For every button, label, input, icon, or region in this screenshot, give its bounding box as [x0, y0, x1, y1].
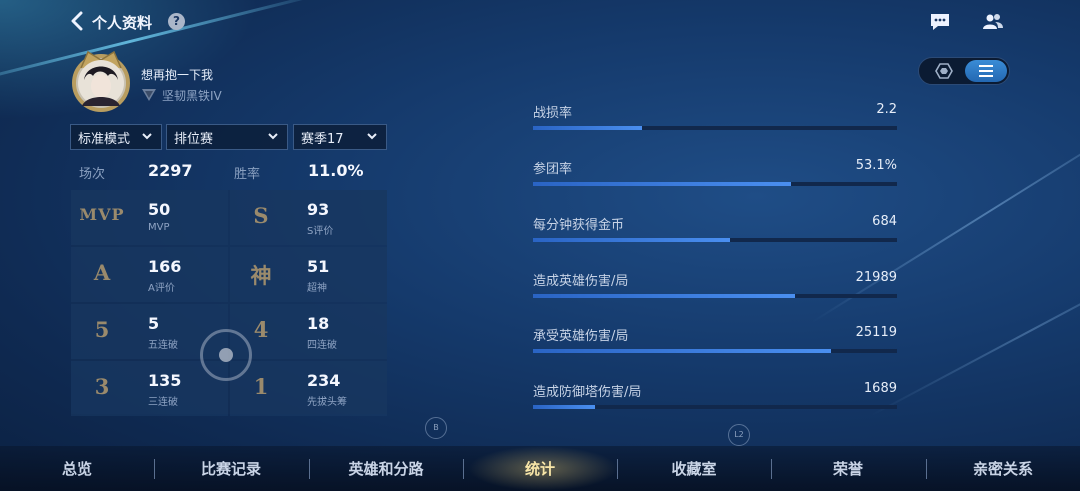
- tab-overview[interactable]: 总览: [0, 458, 154, 479]
- view-toggle[interactable]: [918, 57, 1010, 85]
- grid-sub: 先拔头筹: [307, 397, 347, 408]
- stat-bar-fill: [533, 294, 796, 298]
- grid-sub: 四连破: [307, 340, 337, 351]
- stat-row: 参团率 53.1%: [533, 158, 897, 192]
- stat-label: 战损率: [533, 106, 573, 121]
- tab-relationships[interactable]: 亲密关系: [926, 458, 1080, 479]
- mode-filter[interactable]: 标准模式: [70, 124, 162, 150]
- stat-bar: [533, 238, 897, 242]
- stat-bar: [533, 405, 897, 409]
- winrate-value: 11.0%: [308, 161, 364, 180]
- l2-button-hint[interactable]: L2: [728, 424, 750, 446]
- stat-bar-fill: [533, 238, 730, 242]
- rank-icon: [141, 87, 157, 101]
- grid-sub: A评价: [148, 283, 175, 294]
- grid-cell-quadra: 4 18 四连破: [230, 304, 387, 359]
- avatar[interactable]: [66, 46, 136, 112]
- grid-value: 135: [148, 371, 182, 390]
- list-view-icon[interactable]: [965, 60, 1007, 82]
- stat-bar-fill: [533, 126, 643, 130]
- tab-honor[interactable]: 荣誉: [771, 458, 925, 479]
- matches-value: 2297: [148, 161, 193, 180]
- triple-badge: 3: [94, 374, 110, 399]
- season-filter[interactable]: 赛季17: [293, 124, 387, 150]
- winrate-label: 胜率: [234, 167, 261, 182]
- tab-statistics[interactable]: 统计: [463, 458, 617, 479]
- stat-row: 每分钟获得金币 684: [533, 214, 897, 248]
- grid-sub: S评价: [307, 226, 334, 237]
- hexagon-view-icon[interactable]: [923, 61, 965, 81]
- grid-sub: 超神: [307, 283, 327, 294]
- stat-label: 造成英雄伤害/局: [533, 274, 629, 289]
- firstblood-badge: 1: [253, 374, 269, 399]
- type-filter[interactable]: 排位赛: [166, 124, 288, 150]
- rank-text: 坚韧黑铁IV: [162, 89, 222, 103]
- grid-cell-godlike: 神 51 超神: [230, 247, 387, 302]
- tab-collection[interactable]: 收藏室: [617, 458, 771, 479]
- tab-match-history[interactable]: 比赛记录: [154, 458, 308, 479]
- grid-cell-firstblood: 1 234 先拔头筹: [230, 361, 387, 416]
- page-title: 个人资料: [92, 14, 153, 32]
- mode-filter-label: 标准模式: [78, 131, 131, 147]
- grid-cell-mvp: MVP 50 MVP: [71, 190, 228, 245]
- grid-value: 93: [307, 200, 330, 219]
- virtual-joystick[interactable]: [200, 329, 252, 381]
- stat-value: 684: [872, 214, 897, 229]
- chevron-down-icon: [141, 130, 153, 142]
- stat-value: 53.1%: [855, 158, 897, 173]
- player-name: 想再抱一下我: [141, 68, 214, 82]
- season-filter-label: 赛季17: [301, 131, 344, 147]
- stat-bar: [533, 349, 897, 353]
- bottom-nav: 总览 比赛记录 英雄和分路 统计 收藏室 荣誉 亲密关系: [0, 446, 1080, 491]
- grid-sub: 五连破: [148, 340, 178, 351]
- matches-label: 场次: [79, 167, 106, 182]
- stat-bar-fill: [533, 349, 832, 353]
- godlike-badge: 神: [250, 263, 272, 288]
- grid-value: 5: [148, 314, 160, 333]
- stat-bar: [533, 126, 897, 130]
- chevron-down-icon: [366, 130, 378, 142]
- chat-icon[interactable]: [929, 12, 951, 32]
- grid-cell-s: S 93 S评价: [230, 190, 387, 245]
- a-badge: A: [93, 260, 111, 285]
- grid-value: 50: [148, 200, 171, 219]
- back-arrow-icon[interactable]: [70, 11, 90, 33]
- stat-bar: [533, 182, 897, 186]
- grid-sub: MVP: [148, 222, 170, 233]
- stat-value: 25119: [855, 325, 897, 340]
- grid-value: 18: [307, 314, 330, 333]
- penta-badge: 5: [94, 317, 110, 342]
- stat-value: 2.2: [876, 102, 897, 117]
- grid-value: 51: [307, 257, 330, 276]
- stat-label: 参团率: [533, 162, 573, 177]
- stat-row: 造成防御塔伤害/局 1689: [533, 381, 897, 415]
- stat-row: 造成英雄伤害/局 21989: [533, 270, 897, 304]
- help-icon[interactable]: ?: [168, 13, 185, 30]
- grid-value: 234: [307, 371, 341, 390]
- stat-row: 承受英雄伤害/局 25119: [533, 325, 897, 359]
- chevron-down-icon: [267, 130, 279, 142]
- type-filter-label: 排位赛: [174, 131, 214, 147]
- mvp-badge: MVP: [79, 205, 125, 224]
- grid-sub: 三连破: [148, 397, 178, 408]
- stat-label: 每分钟获得金币: [533, 218, 625, 233]
- stat-value: 21989: [855, 270, 897, 285]
- stat-label: 造成防御塔伤害/局: [533, 385, 642, 400]
- grid-value: 166: [148, 257, 182, 276]
- stat-value: 1689: [863, 381, 897, 396]
- b-button-hint[interactable]: B: [425, 417, 447, 439]
- stat-bar-fill: [533, 405, 595, 409]
- friends-icon[interactable]: [982, 12, 1004, 32]
- stat-bar-fill: [533, 182, 792, 186]
- grid-cell-a: A 166 A评价: [71, 247, 228, 302]
- stat-bar: [533, 294, 897, 298]
- tab-heroes-lanes[interactable]: 英雄和分路: [309, 458, 463, 479]
- stat-row: 战损率 2.2: [533, 102, 897, 136]
- s-badge: S: [253, 203, 269, 228]
- stat-label: 承受英雄伤害/局: [533, 329, 629, 344]
